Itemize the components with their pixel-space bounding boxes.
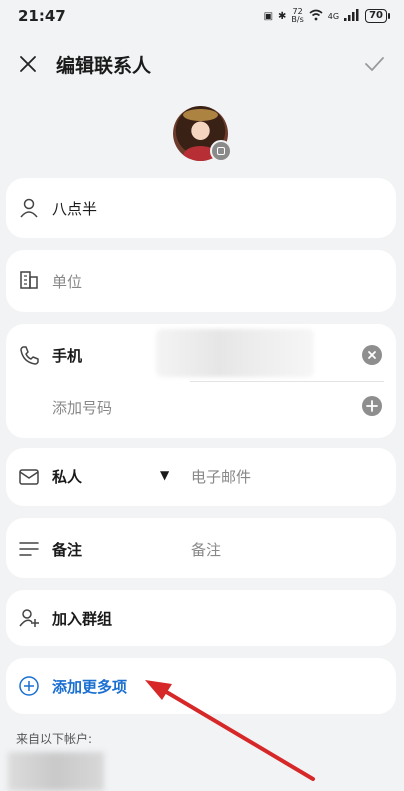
red-arrow-annotation bbox=[145, 680, 315, 781]
